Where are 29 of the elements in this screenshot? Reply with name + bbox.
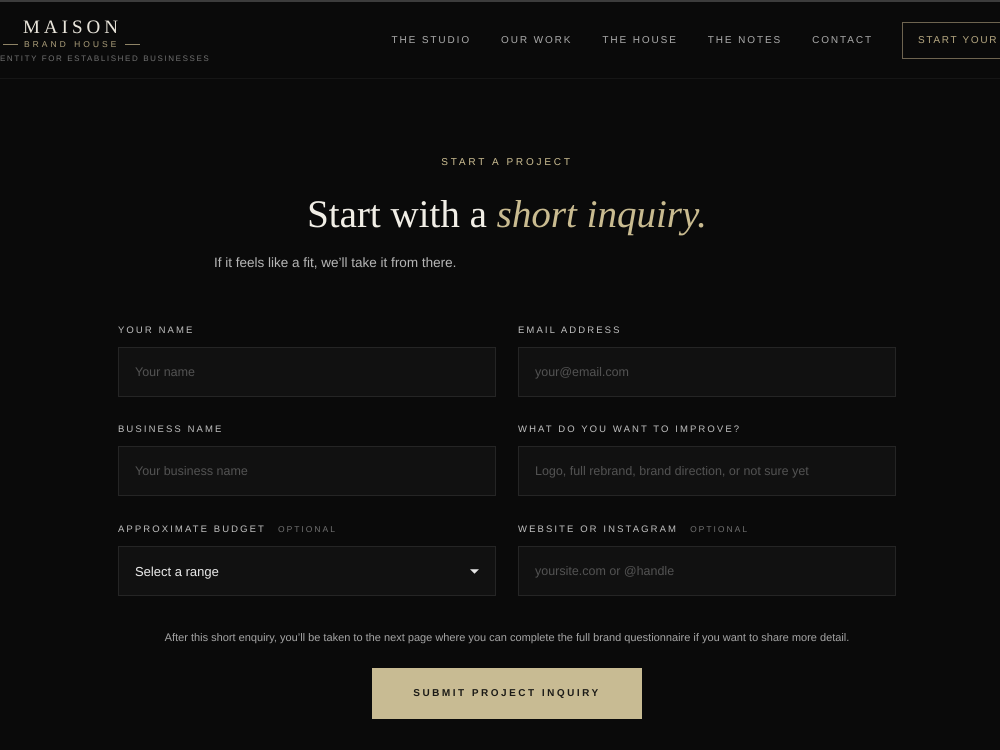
nav-link[interactable]: THE NOTES (708, 34, 782, 46)
logo-tagline: ENTITY FOR ESTABLISHED BUSINESSES (0, 53, 210, 64)
caret-icon (470, 568, 479, 574)
nav-link[interactable]: CONTACT (812, 34, 873, 46)
text-input-field[interactable]: Logo, full rebrand, brand direction, or not sure yet (518, 446, 896, 496)
field-label: YOUR NAME (118, 324, 194, 338)
nav-link[interactable]: THE HOUSE (602, 34, 678, 46)
logo-wordmark: MAISON (23, 18, 122, 38)
field-label: EMAIL ADDRESS (518, 324, 622, 338)
submit-button[interactable]: SUBMIT PROJECT INQUIRY (372, 668, 642, 719)
start-project-button[interactable]: START YOUR (902, 22, 1000, 58)
range-select[interactable]: Select a range (118, 546, 496, 596)
text-input-field[interactable]: Your name (118, 347, 496, 397)
optional-tag: OPTIONAL (278, 522, 337, 536)
field-label: WHAT DO YOU WANT TO IMPROVE? (518, 423, 742, 437)
field-label: BUSINESS NAME (118, 423, 224, 437)
nav-link[interactable]: THE STUDIO (391, 34, 472, 46)
form-note: After this short enquiry, you’ll be taken to the next page where you can complete the full brand questionnaire if you want to share more detail. (164, 631, 850, 646)
page-heading: Start with a short inquiry. (307, 192, 707, 238)
section-eyebrow: START A PROJECT (441, 156, 573, 170)
field-label: APPROXIMATE BUDGET (118, 523, 266, 537)
logo-subtitle: BRAND HOUSE (24, 38, 120, 50)
nav-link[interactable]: OUR WORK (501, 34, 572, 46)
field-label: WEBSITE OR INSTAGRAM (518, 523, 678, 537)
intro-subtitle: If it feels like a fit, we’ll take it from there. (214, 254, 456, 272)
text-input-field[interactable]: your@email.com (518, 347, 896, 397)
text-input-field[interactable]: Your business name (118, 446, 496, 496)
text-input-field[interactable]: yoursite.com or @handle (518, 546, 896, 596)
optional-tag: OPTIONAL (690, 522, 750, 536)
